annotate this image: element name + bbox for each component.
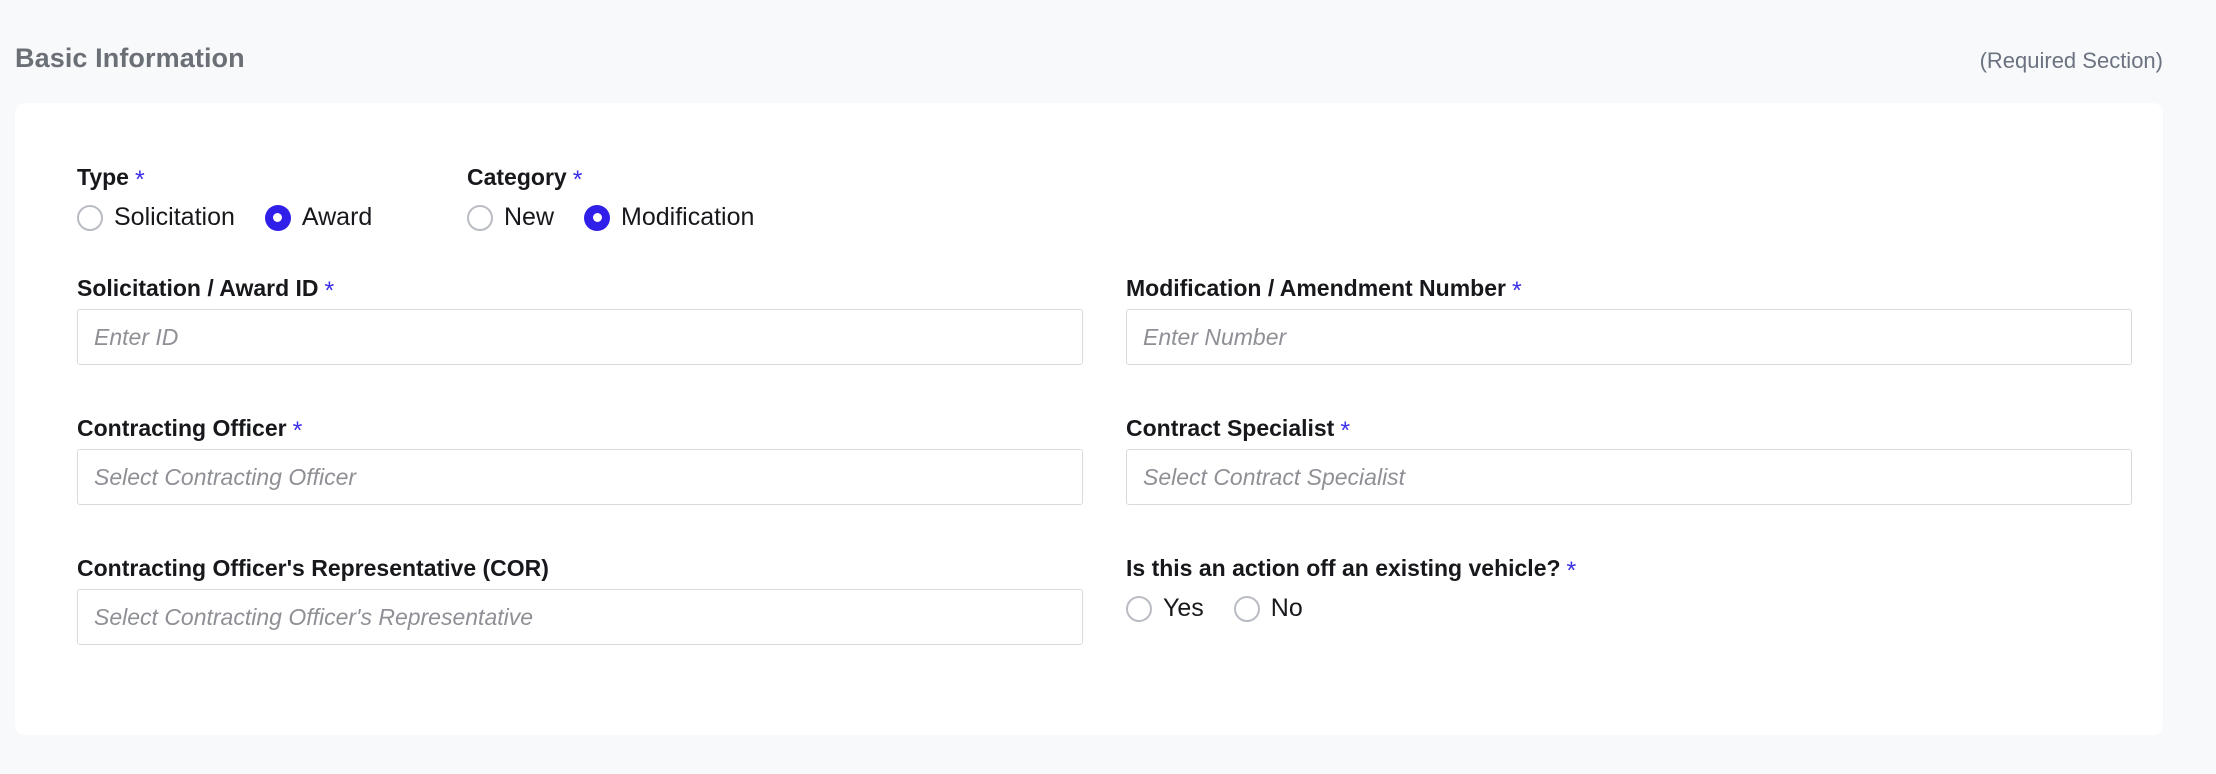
type-label-text: Type [77,164,129,190]
existing-vehicle-option-no-label: No [1270,594,1303,622]
contract-specialist-label-text: Contract Specialist [1126,415,1335,441]
category-label: Category * [467,164,582,193]
modification-amendment-number-input[interactable] [1126,309,2132,365]
category-option-modification[interactable]: Modification [584,203,754,232]
category-label-text: Category [467,164,567,190]
type-option-solicitation-label: Solicitation [114,203,235,231]
existing-vehicle-label-text: Is this an action off an existing vehicl… [1126,555,1561,581]
contracting-officers-representative-label-text: Contracting Officer's Representative (CO… [77,555,549,581]
existing-vehicle-option-yes[interactable]: Yes [1126,594,1204,623]
required-asterisk: * [1511,277,1522,305]
basic-information-section: Basic Information (Required Section) Typ… [0,0,2216,774]
required-section-note: (Required Section) [1979,48,2163,73]
existing-vehicle-option-yes-label: Yes [1163,594,1204,622]
solicitation-award-id-label-text: Solicitation / Award ID [77,275,319,301]
solicitation-award-id-label: Solicitation / Award ID * [77,275,334,304]
type-option-award-label: Award [301,203,373,231]
required-asterisk: * [134,166,145,194]
category-option-new-label: New [504,203,555,231]
modification-amendment-number-label: Modification / Amendment Number * [1126,275,1522,304]
contracting-officer-label-text: Contracting Officer [77,415,287,441]
required-asterisk: * [1340,417,1351,445]
category-option-modification-label: Modification [621,203,755,231]
solicitation-award-id-input[interactable] [77,309,1083,365]
radio-selected-icon[interactable] [584,204,611,231]
contracting-officer-input[interactable] [77,449,1083,505]
type-label: Type * [77,164,145,193]
required-asterisk: * [572,166,583,194]
contracting-officers-representative-input[interactable] [77,589,1083,645]
required-asterisk: * [1566,557,1577,585]
contracting-officer-label: Contracting Officer * [77,415,302,444]
radio-icon[interactable] [1233,595,1260,622]
existing-vehicle-radio-group: Yes No [1126,594,1303,623]
form-card: Type* Solicitation Award Category* New [15,103,2163,735]
radio-selected-icon[interactable] [264,204,291,231]
section-header: Basic Information (Required Section) [0,0,2216,103]
type-option-solicitation[interactable]: Solicitation [77,203,235,232]
category-option-new[interactable]: New [467,203,554,232]
modification-amendment-number-label-text: Modification / Amendment Number [1126,275,1506,301]
existing-vehicle-option-no[interactable]: No [1233,594,1303,623]
radio-icon[interactable] [467,204,493,231]
required-asterisk: * [292,417,303,445]
radio-icon[interactable] [77,204,103,231]
contract-specialist-input[interactable] [1126,449,2132,505]
required-asterisk: * [324,277,335,305]
radio-icon[interactable] [1126,595,1152,622]
contract-specialist-label: Contract Specialist * [1126,415,1350,444]
existing-vehicle-label: Is this an action off an existing vehicl… [1126,555,1576,584]
contracting-officers-representative-label: Contracting Officer's Representative (CO… [77,556,555,581]
type-radio-group: Solicitation Award [77,203,372,232]
category-radio-group: New Modification [467,203,754,232]
page-title: Basic Information [15,43,245,73]
type-option-award[interactable]: Award [264,203,373,232]
